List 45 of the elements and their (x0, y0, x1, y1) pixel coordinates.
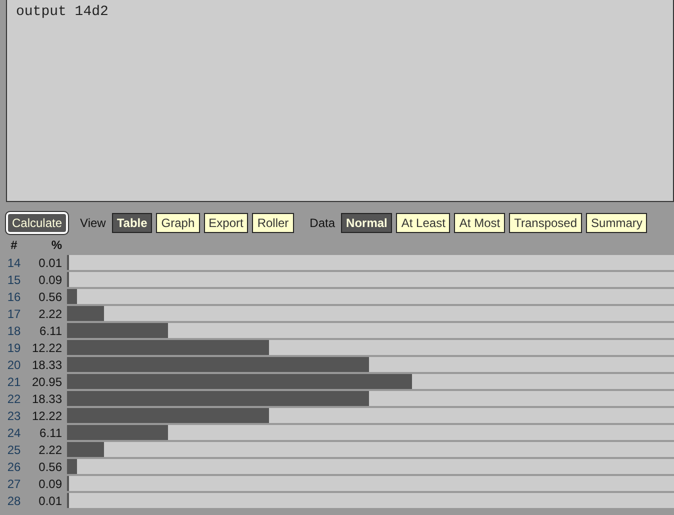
data-toggle[interactable]: At Least (396, 212, 450, 232)
value-cell-text: 20 (6, 357, 22, 374)
data-toggle[interactable]: Summary (586, 212, 648, 232)
view-toggle[interactable]: Export (204, 212, 248, 232)
percent-cell-text: 6.11 (38, 425, 63, 442)
percent-cell-text: 2.22 (38, 306, 63, 323)
percent-cell-text: 12.22 (30, 340, 63, 357)
data-toggle[interactable]: Transposed (509, 212, 582, 232)
percent-cell-text: 2.22 (38, 442, 63, 459)
percent-cell-text: 0.09 (38, 476, 63, 493)
data-label: Data (310, 214, 336, 232)
value-cell-text: 18 (6, 323, 22, 340)
view-toggle[interactable]: Roller (252, 212, 294, 232)
calculate-button[interactable]: Calculate (6, 212, 68, 234)
percent-cell-text: 0.56 (38, 459, 63, 476)
code-editor[interactable]: output 14d2 (6, 0, 674, 202)
value-cell-text: 22 (6, 391, 22, 408)
value-cell-text: 25 (6, 442, 22, 459)
value-cell-text: 21 (6, 374, 22, 391)
data-toggle[interactable]: At Most (454, 212, 506, 232)
data-toggle[interactable]: Normal (341, 212, 392, 232)
percent-cell-text: 18.33 (30, 357, 63, 374)
view-toggle[interactable]: Graph (156, 212, 200, 232)
percent-cell-text: 0.56 (38, 289, 63, 306)
percent-cell-text: 20.95 (30, 374, 63, 391)
view-toggle[interactable]: Table (112, 212, 152, 232)
value-cell-text: 26 (6, 459, 22, 476)
value-cell-text: 17 (6, 306, 22, 323)
percent-cell-text: 12.22 (30, 408, 63, 425)
value-cell-text: 16 (6, 289, 22, 306)
percent-cell-text: 0.09 (38, 272, 63, 289)
value-cell-text: 14 (6, 255, 22, 272)
value-cell-text: 15 (6, 272, 22, 289)
column-header: # (10, 237, 18, 254)
column-header: % (50, 237, 63, 254)
value-cell-text: 27 (6, 476, 22, 493)
value-cell-text: 28 (6, 493, 22, 510)
view-label: View (80, 214, 106, 232)
percent-cell-text: 0.01 (38, 493, 63, 510)
percent-cell-text: 6.11 (38, 323, 63, 340)
value-cell-text: 24 (6, 425, 22, 442)
percent-cell-text: 18.33 (30, 391, 63, 408)
value-cell-text: 23 (6, 408, 22, 425)
value-cell-text: 19 (6, 340, 22, 357)
percent-cell-text: 0.01 (38, 255, 63, 272)
